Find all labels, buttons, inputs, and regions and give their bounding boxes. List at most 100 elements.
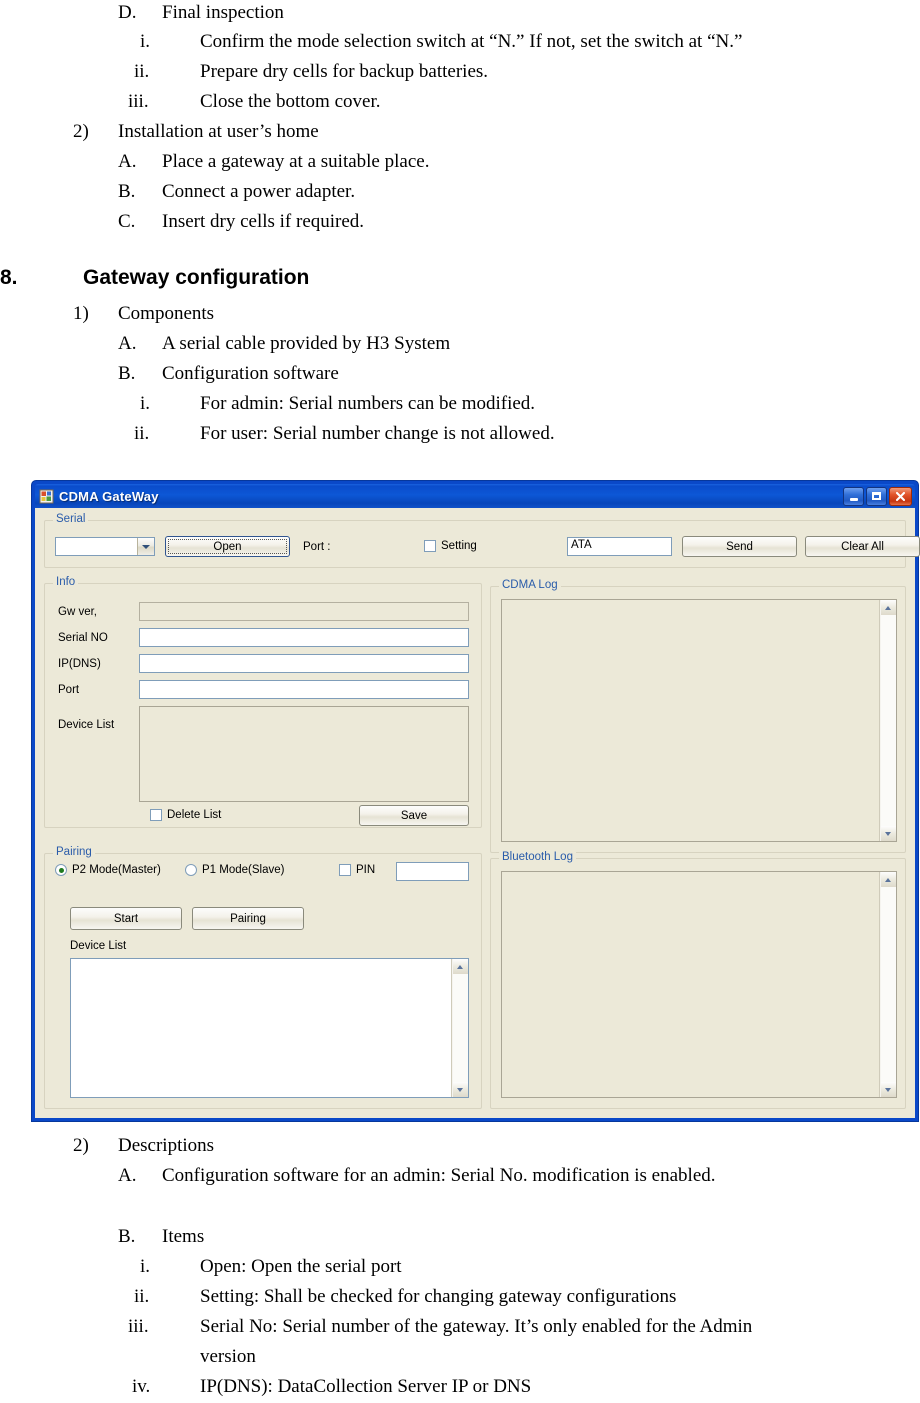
setting-checkbox-label: Setting [441,540,477,552]
scroll-up-icon[interactable] [452,959,468,974]
doc-bottom-text: Serial No: Serial number of the gateway.… [200,1316,753,1337]
close-button[interactable] [889,486,912,506]
serial-port-combo[interactable] [55,537,155,556]
doc-mid-marker: A. [118,333,137,354]
scroll-up-icon[interactable] [880,872,896,887]
doc-mid-marker: i. [140,393,151,414]
setting-checkbox[interactable]: Setting [424,540,477,552]
doc-bottom-text: Configuration software for an admin: Ser… [162,1165,716,1186]
chevron-down-icon[interactable] [137,538,154,555]
send-button-label: Send [726,540,753,553]
pairing-device-list-scrollbar[interactable] [451,959,468,1097]
window-title: CDMA GateWay [59,488,159,504]
doc-top-marker: A. [118,151,137,172]
cdma-log-scrollbar[interactable] [879,600,896,841]
doc-top-text: Installation at user’s home [118,121,319,142]
bluetooth-log-textarea[interactable] [501,871,897,1098]
doc-top-marker: ii. [134,61,150,82]
doc-mid-marker: 1) [73,303,89,324]
radio-p2-mode-master-circle[interactable] [55,864,67,876]
open-button-label: Open [213,540,242,553]
start-button[interactable]: Start [70,907,182,930]
pairing-device-list[interactable] [70,958,469,1098]
scrollbar-track[interactable] [880,615,896,826]
cdma-log-textarea[interactable] [501,599,897,842]
command-input-value: ATA [571,539,592,551]
maximize-button[interactable] [866,486,887,506]
doc-bottom-text: Open: Open the serial port [200,1256,402,1277]
scrollbar-track[interactable] [452,974,468,1082]
radio-p2-mode-master[interactable]: P2 Mode(Master) [55,864,161,876]
save-button[interactable]: Save [359,805,469,826]
radio-p1-mode-slave[interactable]: P1 Mode(Slave) [185,864,284,876]
doc-top-marker: C. [118,211,136,232]
ip-dns-label: IP(DNS) [58,658,101,670]
save-button-label: Save [400,809,428,822]
cdma-log-group: CDMA Log [490,579,906,853]
doc-top-marker: B. [118,181,136,202]
doc-bottom-marker: 2) [73,1135,89,1156]
doc-top-text: Connect a power adapter. [162,181,356,202]
scroll-down-icon[interactable] [880,1082,896,1097]
pin-checkbox-box[interactable] [339,864,351,876]
serial-no-field[interactable] [139,628,469,647]
info-device-list-label: Device List [58,719,115,731]
doc-bottom-text: Items [162,1226,205,1247]
bluetooth-log-scrollbar[interactable] [879,872,896,1097]
cdma-log-content [502,600,879,841]
bluetooth-log-group-label: Bluetooth Log [499,851,576,863]
bluetooth-log-content [502,872,879,1097]
doc-bottom-marker: iii. [128,1316,149,1337]
doc-mid-text: For user: Serial number change is not al… [200,423,555,444]
doc-top-text: Confirm the mode selection switch at “N.… [200,31,743,52]
window-controls [843,486,913,506]
serial-port-combo-value [56,538,137,555]
port-field[interactable] [139,680,469,699]
pin-checkbox[interactable]: PIN [339,864,375,876]
open-button[interactable]: Open [165,536,290,557]
doc-bottom-text: Setting: Shall be checked for changing g… [200,1286,677,1307]
delete-list-checkbox-label: Delete List [167,809,222,821]
scrollbar-track[interactable] [880,887,896,1082]
gw-version-field [139,602,469,621]
port-field-label: Port [58,684,80,696]
scroll-up-icon[interactable] [880,600,896,615]
info-device-list-content [140,707,468,801]
doc-bottom-marker: B. [118,1226,136,1247]
pin-input[interactable] [396,862,469,881]
scroll-down-icon[interactable] [880,826,896,841]
pairing-button-label: Pairing [230,912,266,925]
clear-all-button[interactable]: Clear All [805,536,920,557]
serial-group-label: Serial [53,513,89,525]
section-number: 8. [0,266,18,289]
command-input[interactable]: ATA [567,537,672,556]
doc-top-text: Place a gateway at a suitable place. [162,151,430,172]
send-button[interactable]: Send [682,536,797,557]
application-icon [39,489,54,504]
doc-top-text: Close the bottom cover. [200,91,381,112]
port-label: Port : [303,541,331,553]
window-client-area: Serial Open Port : Setting ATA Send Clea… [35,508,920,1118]
doc-bottom-marker: i. [140,1256,151,1277]
doc-top-text: Prepare dry cells for backup batteries. [200,61,489,82]
delete-list-checkbox[interactable]: Delete List [150,809,221,821]
doc-bottom-text: version [200,1346,256,1367]
pairing-button[interactable]: Pairing [192,907,304,930]
minimize-button[interactable] [843,486,864,506]
setting-checkbox-box[interactable] [424,540,436,552]
info-device-list[interactable] [139,706,469,802]
doc-top-marker: 2) [73,121,89,142]
ip-dns-field[interactable] [139,654,469,673]
title-bar[interactable]: CDMA GateWay [35,484,915,508]
delete-list-checkbox-box[interactable] [150,809,162,821]
scroll-down-icon[interactable] [452,1082,468,1097]
doc-bottom-text: Descriptions [118,1135,215,1156]
start-button-label: Start [113,912,139,925]
doc-bottom-marker: A. [118,1165,137,1186]
gw-version-label: Gw ver, [58,606,97,618]
radio-p1-mode-slave-circle[interactable] [185,864,197,876]
doc-mid-text: Configuration software [162,363,339,384]
info-group: Info Gw ver, Serial NO IP(DNS) Port Devi… [44,576,482,828]
doc-bottom-marker: ii. [134,1286,150,1307]
clear-all-button-label: Clear All [841,540,884,553]
